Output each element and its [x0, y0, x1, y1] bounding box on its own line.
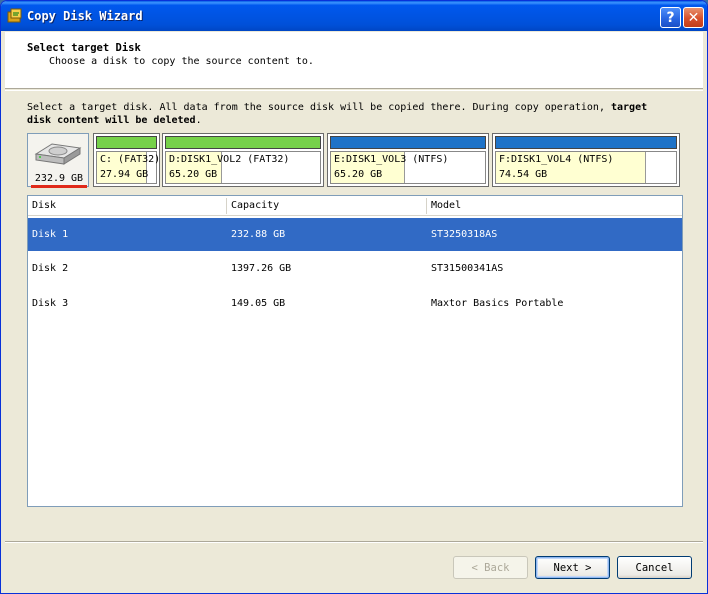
- instruction-end: .: [195, 115, 202, 126]
- partition-usage-box: E:DISK1_VOL3 (NTFS) 65.20 GB: [330, 151, 486, 184]
- next-button[interactable]: Next >: [535, 556, 610, 579]
- cell-disk: Disk 1: [32, 229, 69, 240]
- wizard-header: Select target Disk Choose a disk to copy…: [5, 32, 703, 89]
- copy-disk-wizard-window: Copy Disk Wizard ? ✕ Select target Disk …: [0, 0, 708, 594]
- table-row[interactable]: Disk 2 1397.26 GB ST31500341AS: [28, 252, 682, 285]
- cancel-button[interactable]: Cancel: [617, 556, 692, 579]
- partition-e[interactable]: E:DISK1_VOL3 (NTFS) 65.20 GB: [327, 133, 489, 187]
- window-title: Copy Disk Wizard: [27, 9, 143, 23]
- cell-capacity: 149.05 GB: [231, 298, 286, 309]
- column-header-model[interactable]: Model: [431, 200, 461, 211]
- cell-disk: Disk 3: [32, 298, 69, 309]
- partition-name: C: (FAT32): [100, 154, 161, 165]
- cell-capacity: 1397.26 GB: [231, 263, 292, 274]
- column-header-capacity[interactable]: Capacity: [231, 200, 279, 211]
- partition-type-bar: [495, 136, 677, 149]
- partition-type-bar: [330, 136, 486, 149]
- cell-model: ST3250318AS: [431, 229, 498, 240]
- instruction-text: Select a target disk. All data from the …: [27, 101, 667, 127]
- partition-size: 65.20 GB: [334, 169, 383, 180]
- partition-size: 74.54 GB: [499, 169, 548, 180]
- selected-disk-marker: [31, 185, 87, 188]
- column-header-disk[interactable]: Disk: [32, 200, 56, 211]
- hard-disk-icon: [34, 143, 82, 165]
- partition-type-bar: [96, 136, 157, 149]
- instruction-part: Select a target disk. All data from the …: [27, 102, 611, 113]
- list-header: Disk Capacity Model: [28, 196, 682, 216]
- title-bar[interactable]: Copy Disk Wizard ? ✕: [1, 1, 707, 31]
- instruction-bold-2: disk content will be deleted: [27, 115, 196, 126]
- header-divider: [5, 90, 703, 91]
- page-title: Select target Disk: [27, 42, 141, 54]
- disk-size-label: 232.9 GB: [34, 173, 84, 184]
- back-button[interactable]: < Back: [453, 556, 528, 579]
- cell-model: Maxtor Basics Portable: [431, 298, 564, 309]
- cell-model: ST31500341AS: [431, 263, 504, 274]
- column-divider[interactable]: [426, 198, 427, 214]
- page-subtitle: Choose a disk to copy the source content…: [49, 56, 314, 67]
- partition-usage-box: C: (FAT32) 27.94 GB: [96, 151, 161, 184]
- table-row[interactable]: Disk 1 232.88 GB ST3250318AS: [28, 218, 682, 251]
- partition-name: D:DISK1_VOL2 (FAT32): [169, 154, 290, 165]
- partition-size: 65.20 GB: [169, 169, 218, 180]
- partition-c[interactable]: C: (FAT32) 27.94 GB: [93, 133, 160, 187]
- partition-type-bar: [165, 136, 321, 149]
- disk-tile[interactable]: 232.9 GB: [27, 133, 89, 188]
- partition-d[interactable]: D:DISK1_VOL2 (FAT32) 65.20 GB: [162, 133, 324, 187]
- disk-map: 232.9 GB C: (FAT32) 27.94 GB D:DISK1_VOL…: [27, 131, 683, 189]
- column-divider[interactable]: [226, 198, 227, 214]
- partition-f[interactable]: F:DISK1_VOL4 (NTFS) 74.54 GB: [492, 133, 680, 187]
- help-button[interactable]: ?: [660, 7, 681, 28]
- app-icon: [7, 8, 22, 23]
- footer-divider-highlight: [5, 542, 703, 543]
- table-row[interactable]: Disk 3 149.05 GB Maxtor Basics Portable: [28, 287, 682, 320]
- cell-disk: Disk 2: [32, 263, 69, 274]
- disk-list[interactable]: Disk Capacity Model Disk 1 232.88 GB ST3…: [27, 195, 683, 507]
- partition-name: E:DISK1_VOL3 (NTFS): [334, 154, 449, 165]
- partition-name: F:DISK1_VOL4 (NTFS): [499, 154, 614, 165]
- partition-size: 27.94 GB: [100, 169, 149, 180]
- partition-usage-box: D:DISK1_VOL2 (FAT32) 65.20 GB: [165, 151, 321, 184]
- close-button[interactable]: ✕: [683, 7, 704, 28]
- partition-usage-box: F:DISK1_VOL4 (NTFS) 74.54 GB: [495, 151, 677, 184]
- cell-capacity: 232.88 GB: [231, 229, 286, 240]
- instruction-bold: target: [611, 102, 648, 113]
